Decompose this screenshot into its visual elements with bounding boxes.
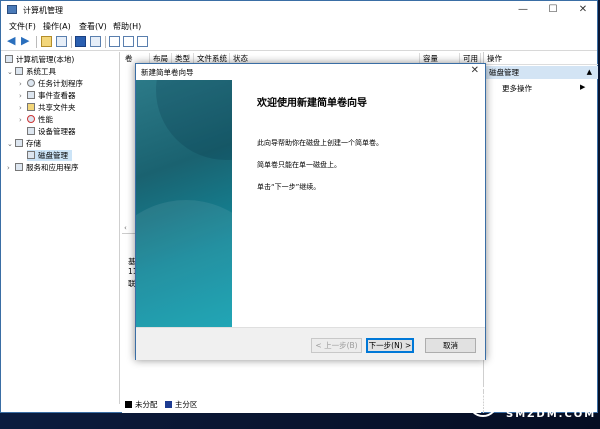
collapse-triangle-icon[interactable]: ▲	[587, 66, 592, 79]
actions-section-label: 磁盘管理	[489, 68, 519, 77]
cancel-button[interactable]: 取消	[425, 338, 476, 353]
menu-bar: 文件(F) 操作(A) 查看(V) 帮助(H)	[1, 19, 597, 33]
chevron-down-icon[interactable]: ⌄	[7, 67, 15, 78]
tools-icon	[15, 67, 23, 75]
dialog-title: 新建简单卷向导	[141, 68, 194, 77]
tree-storage-label: 存储	[26, 139, 41, 148]
chevron-down-icon[interactable]: ⌄	[7, 139, 15, 150]
event-log-icon	[27, 91, 35, 99]
toolbar-separator	[105, 36, 106, 48]
title-bar: 计算机管理 — ☐ ✕	[1, 1, 597, 19]
legend-primary: 主分区	[174, 400, 198, 409]
banner-decoration	[136, 200, 232, 327]
computer-icon	[5, 55, 13, 63]
close-button[interactable]: ✕	[569, 1, 597, 19]
tree-task-scheduler-label: 任务计划程序	[38, 79, 83, 88]
tree-services-apps[interactable]: › 服务和应用程序	[7, 162, 79, 173]
wizard-content: 欢迎使用新建简单卷向导 此向导帮助你在磁盘上创建一个简单卷。 简单卷只能在单一磁…	[232, 80, 485, 327]
tree-performance[interactable]: › 性能	[19, 114, 53, 125]
disk-legend: 未分配 主分区	[125, 399, 197, 411]
tree-shared-folders[interactable]: › 共享文件夹	[19, 102, 76, 113]
minimize-button[interactable]: —	[509, 1, 537, 19]
performance-icon	[27, 115, 35, 123]
next-button[interactable]: 下一步(N) >	[366, 338, 414, 353]
disk-icon	[27, 151, 35, 159]
actions-pane: 操作 磁盘管理 ▲ 更多操作 ▶	[483, 52, 598, 413]
window-title: 计算机管理	[23, 6, 63, 15]
rescan-disks-icon[interactable]	[109, 36, 120, 47]
watermark-subtext: SMZDM.COM	[506, 409, 597, 420]
wizard-heading: 欢迎使用新建简单卷向导	[257, 98, 367, 109]
view-icon[interactable]	[137, 36, 148, 47]
back-button[interactable]: < 上一步(B)	[311, 338, 362, 353]
export-list-icon[interactable]	[123, 36, 134, 47]
toolbar-separator	[36, 36, 37, 48]
up-folder-icon[interactable]	[41, 36, 52, 47]
wizard-instruction: 单击“下一步”继续。	[257, 183, 321, 191]
watermark-logo: 值	[468, 387, 498, 417]
chevron-right-icon[interactable]: ›	[19, 79, 27, 90]
tree-system-tools-label: 系统工具	[26, 67, 56, 76]
wizard-note: 简单卷只能在单一磁盘上。	[257, 161, 341, 169]
dialog-close-icon[interactable]: ✕	[471, 65, 479, 76]
chevron-right-icon[interactable]: ›	[19, 115, 27, 126]
tree-disk-management-label: 磁盘管理	[38, 151, 68, 160]
tree-shared-folders-label: 共享文件夹	[38, 103, 76, 112]
menu-action[interactable]: 操作(A)	[43, 21, 71, 32]
help-icon[interactable]	[75, 36, 86, 47]
chevron-right-icon[interactable]: ›	[7, 163, 15, 174]
clock-icon	[27, 79, 35, 87]
tree-performance-label: 性能	[38, 115, 53, 124]
menu-file[interactable]: 文件(F)	[9, 21, 36, 32]
actions-header: 操作	[484, 53, 598, 65]
dialog-title-bar: 新建简单卷向导 ✕	[136, 64, 485, 80]
primary-partition-swatch	[164, 401, 172, 408]
menu-help[interactable]: 帮助(H)	[113, 21, 141, 32]
new-simple-volume-wizard: 新建简单卷向导 ✕ 欢迎使用新建简单卷向导 此向导帮助你在磁盘上创建一个简单卷。…	[135, 63, 486, 360]
legend-unallocated: 未分配	[135, 400, 158, 409]
navigation-tree: 计算机管理(本地) ⌄ 系统工具 › 任务计划程序 › 事件查看器 › 共享文件夹 › 性…	[2, 52, 120, 404]
shared-folder-icon	[27, 103, 35, 111]
menu-view[interactable]: 查看(V)	[79, 21, 107, 32]
back-arrow-icon[interactable]: ◀	[7, 35, 18, 47]
site-watermark: 值 什么值得买 SMZDM.COM	[468, 385, 594, 425]
device-manager-icon	[27, 127, 35, 135]
computer-management-icon	[7, 5, 17, 14]
tree-services-apps-label: 服务和应用程序	[26, 163, 79, 172]
tree-event-viewer[interactable]: › 事件查看器	[19, 90, 76, 101]
chevron-right-icon[interactable]: ›	[19, 91, 27, 102]
tree-root[interactable]: 计算机管理(本地)	[5, 54, 74, 65]
properties-icon[interactable]	[90, 36, 101, 47]
actions-section-disk-management[interactable]: 磁盘管理 ▲	[484, 66, 598, 79]
services-icon	[15, 163, 23, 171]
banner-decoration	[156, 80, 232, 160]
more-actions[interactable]: 更多操作 ▶	[502, 83, 585, 94]
maximize-button[interactable]: ☐	[539, 1, 567, 19]
toolbar-separator	[71, 36, 72, 48]
tree-event-viewer-label: 事件查看器	[38, 91, 76, 100]
tree-device-manager[interactable]: 设备管理器	[27, 126, 76, 137]
wizard-footer: < 上一步(B) 下一步(N) > 取消	[136, 327, 485, 360]
scroll-left-arrow-icon[interactable]: ‹	[124, 224, 127, 232]
show-hide-tree-icon[interactable]	[56, 36, 67, 47]
tree-disk-management[interactable]: 磁盘管理	[27, 150, 72, 161]
tree-system-tools[interactable]: ⌄ 系统工具	[7, 66, 56, 77]
more-actions-label: 更多操作	[502, 84, 532, 93]
tree-task-scheduler[interactable]: › 任务计划程序	[19, 78, 83, 89]
unallocated-swatch	[125, 401, 132, 408]
tree-storage[interactable]: ⌄ 存储	[7, 138, 41, 149]
toolbar: ◀ ▶	[1, 33, 597, 51]
tree-root-label: 计算机管理(本地)	[16, 55, 75, 64]
chevron-right-icon[interactable]: ›	[19, 103, 27, 114]
tree-device-manager-label: 设备管理器	[38, 127, 76, 136]
storage-icon	[15, 139, 23, 147]
watermark-text: 什么值得买	[504, 388, 585, 406]
wizard-description: 此向导帮助你在磁盘上创建一个简单卷。	[257, 139, 383, 147]
forward-arrow-icon[interactable]: ▶	[21, 35, 32, 47]
wizard-banner-image	[136, 80, 232, 327]
submenu-arrow-icon: ▶	[580, 83, 586, 91]
